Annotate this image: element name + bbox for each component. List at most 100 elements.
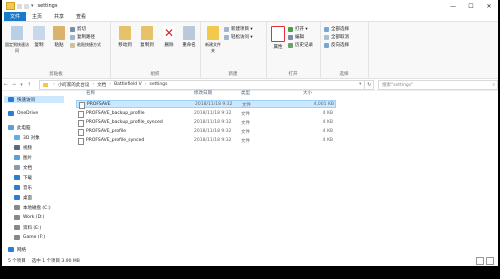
file-type: 文件 [241,121,250,126]
sidebar-item-network[interactable]: 网络 [8,246,26,253]
move-to-button[interactable]: 移动到 [116,26,134,48]
rename-icon [183,26,195,40]
recent-locations-chevron-icon[interactable]: ▾ [18,82,26,88]
maximize-button[interactable]: ☐ [462,3,480,10]
file-name: PROFSAVE_profile [86,129,127,134]
sidebar-item-drive-d[interactable]: Work (D:) [14,214,44,221]
search-icon: ⌕ [492,82,495,88]
open-button[interactable]: 打开 ▾ [288,26,308,32]
copy-button[interactable]: 复制 [30,26,48,48]
music-icon [14,185,20,190]
sidebar-item-pictures[interactable]: 图片 [14,154,32,161]
invert-selection-button[interactable]: 反向选择 [324,42,349,48]
paste-button[interactable]: 粘贴 [50,26,68,48]
cut-button[interactable]: 剪切 [70,26,86,32]
network-icon [8,247,14,252]
copy-to-button[interactable]: 复制到 [138,26,156,48]
window-title: settings [37,3,58,9]
file-row[interactable]: PROFSAVE_profile 2018/11/18 9:32 文件 4 KB [76,128,336,136]
sidebar-item-3d-objects[interactable]: 3D 对象 [14,134,40,141]
file-row[interactable]: PROFSAVE 2018/11/18 9:32 文件 4,001 KB [76,100,336,109]
select-all-button[interactable]: 全部选择 [324,26,349,32]
copy-icon [33,26,45,40]
edit-button[interactable]: 编辑 [288,34,304,40]
cloud-icon [8,111,14,116]
properties-quick-icon[interactable] [17,3,22,9]
star-icon [8,97,14,102]
sidebar-item-videos[interactable]: 视频 [14,144,32,151]
file-type: 文件 [241,130,250,135]
ribbon: 固定到快速访问 复制 粘贴 剪切 复制路径 粘贴快捷方式 剪贴板 移动到 复制到… [2,21,498,79]
sidebar-item-desktop[interactable]: 桌面 [14,194,32,201]
file-name: PROFSAVE [87,102,111,107]
breadcrumb-battlefield[interactable]: Battlefield V [114,82,142,87]
move-to-icon [119,26,131,40]
file-type: 文件 [241,139,250,144]
paste-shortcut-button[interactable]: 粘贴快捷方式 [70,42,101,48]
sidebar-item-music[interactable]: 音乐 [14,184,32,191]
properties-icon [271,26,285,42]
sidebar-item-documents[interactable]: 文档 [14,164,32,171]
up-arrow-icon[interactable]: ↑ [25,82,33,88]
file-row[interactable]: PROFSAVE_profile_synced 2018/11/18 9:32 … [76,137,336,145]
new-folder-button[interactable]: 新建文件夹 [204,26,222,54]
drive-icon [14,225,20,230]
breadcrumb-this-pc[interactable]: 小町家的此台设 [58,82,90,88]
breadcrumb-separator-icon: › [92,82,95,87]
history-icon [288,42,293,48]
large-icons-view-icon[interactable] [486,257,494,265]
sidebar-item-quick-access[interactable]: 快速访问 [4,96,64,103]
item-count: 5 个项目 [8,259,26,264]
sidebar-item-onedrive[interactable]: OneDrive [8,110,38,117]
close-button[interactable]: ✕ [480,3,498,10]
paste-shortcut-icon [70,42,75,48]
file-date: 2018/11/18 9:32 [194,129,232,134]
new-folder-quick-icon[interactable] [24,3,29,9]
refresh-icon[interactable]: ↻ [365,79,375,90]
drive-icon [14,205,20,210]
file-size: 4 KB [322,120,333,125]
address-dropdown-icon[interactable]: ▾ [359,82,361,87]
title-bar: ▾ settings — ☐ ✕ [2,0,498,12]
breadcrumb-documents[interactable]: 文档 [97,82,106,88]
quick-access-dropdown-icon[interactable]: ▾ [31,3,34,9]
column-header-name[interactable]: 名称 [86,90,95,98]
history-button[interactable]: 历史记录 [288,42,313,48]
sidebar-item-downloads[interactable]: 下载 [14,174,32,181]
back-arrow-icon[interactable]: ← [2,82,10,88]
column-header-type[interactable]: 类型 [241,90,250,98]
copy-to-icon [141,26,153,40]
column-header-date[interactable]: 修改日期 [194,90,212,98]
address-bar[interactable]: › 小町家的此台设 › 文档 › Battlefield V › setting… [39,79,366,90]
pin-quick-access-button[interactable]: 固定到快速访问 [5,26,29,54]
minimize-button[interactable]: — [444,3,462,10]
select-none-button[interactable]: 全部取消 [324,34,349,40]
new-item-button[interactable]: 新建项目 ▾ [224,26,253,32]
breadcrumb-settings[interactable]: settings [150,82,168,87]
sidebar-item-this-pc[interactable]: 此电脑 [8,124,31,131]
delete-button[interactable]: ✕ 删除 [160,26,178,48]
tab-file[interactable]: 文件 [4,12,27,21]
file-date: 2018/11/18 9:32 [194,138,232,143]
video-icon [14,145,20,150]
details-view-icon[interactable] [476,257,484,265]
sidebar-item-drive-f[interactable]: Game (F:) [14,234,45,241]
file-row[interactable]: PROFSAVE_backup_profile 2018/11/18 9:32 … [76,110,336,118]
easy-access-button[interactable]: 轻松访问 ▾ [224,34,253,40]
breadcrumb-separator-icon: › [53,82,55,87]
open-label: 打开 [288,72,298,77]
search-input[interactable]: 搜索"settings" ⌕ [378,79,498,90]
download-icon [14,175,20,180]
properties-button[interactable]: 属性 [269,26,287,50]
column-header-size[interactable]: 大小 [303,90,312,98]
file-row[interactable]: PROFSAVE_backup_profile_synced 2018/11/1… [76,119,336,127]
sidebar-item-drive-e[interactable]: 资料 (E:) [14,224,41,231]
tab-view[interactable]: 查看 [70,12,92,21]
tab-share[interactable]: 共享 [48,12,70,21]
forward-arrow-icon[interactable]: → [10,82,18,88]
breadcrumb-separator-icon: › [144,82,147,87]
tab-home[interactable]: 主页 [26,12,48,21]
rename-button[interactable]: 重命名 [180,26,198,48]
copy-path-button[interactable]: 复制路径 [70,34,95,40]
sidebar-item-drive-c[interactable]: 本地磁盘 (C:) [14,204,51,211]
